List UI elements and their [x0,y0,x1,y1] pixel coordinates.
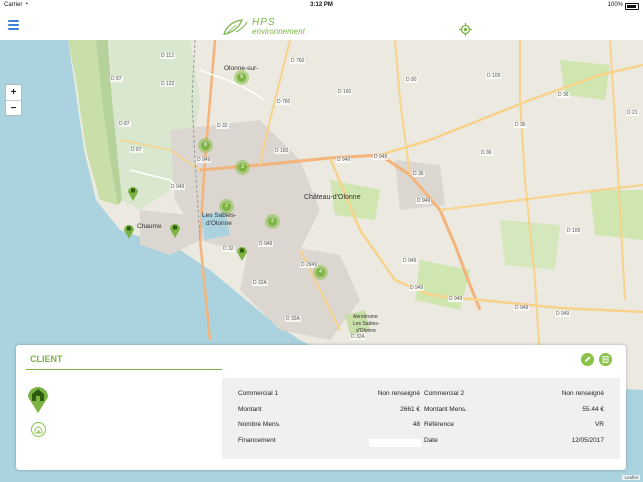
montant-mens-label: Montant Mens. [424,406,467,413]
edit-icon[interactable] [581,353,594,366]
road-label: D 949 [336,157,352,163]
road-label: D 949 [416,198,432,204]
cluster-count: 3 [238,163,247,172]
town-label: Aérodrome [353,314,378,320]
locate-icon[interactable] [459,23,472,36]
cluster-count: 4 [316,268,325,277]
montant-value: 2661 € [400,406,420,413]
map-cluster[interactable]: 2 [219,199,234,214]
road-label: D 87 [130,147,143,153]
status-time: 3:12 PM [310,2,333,8]
road-label: D 87 [110,76,123,82]
client-title: CLIENT [30,354,63,364]
nombre-mens-label: Nombre Mens. [238,421,281,428]
road-label: D 949 [258,241,274,247]
town-label: Chaume [137,223,162,230]
road-label: D 122 [160,81,176,87]
road-label: D 760 [276,99,292,105]
road-label: D 949 [448,296,464,302]
road-label: D 21 [626,110,639,116]
map-cluster[interactable]: 8 [198,138,213,153]
date-label: Date [424,437,438,444]
app-logo: HPS environnement [222,16,312,38]
road-label: D 760 [290,58,306,64]
zoom-out-button[interactable]: − [6,101,21,116]
cluster-count: 8 [201,141,210,150]
road-label: D 32 [216,123,229,129]
status-bar: Carrier ◔ 3:12 PM 100% [0,0,643,11]
map-cluster[interactable]: 9 [234,70,249,85]
road-label: D 949 [196,157,212,163]
commercial1-value: Non renseigné [377,390,420,397]
cluster-count: 2 [268,217,277,226]
montant-mens-value: 55.44 € [582,406,604,413]
map-cluster[interactable]: 2 [265,214,280,229]
road-label: D 949 [402,258,418,264]
financement-label: Financement [238,437,276,444]
hamburger-icon [8,20,19,22]
zoom-control: + − [5,84,22,116]
road-label: D 949 [514,305,530,311]
commercial1-label: Commercial 1 [238,390,279,397]
list-icon[interactable] [599,353,612,366]
map-cluster[interactable]: 4 [313,265,328,280]
map-pin-icon[interactable] [123,223,135,239]
road-label: D 109 [566,228,582,234]
road-label: D 949 [409,285,425,291]
road-label: D 32A [350,334,366,340]
road-label: D 32A [252,280,268,286]
town-label: d'Olonne [356,328,376,334]
commercial2-label: Commercial 2 [424,390,465,397]
road-label: D 949 [170,184,186,190]
zoom-in-button[interactable]: + [6,85,21,101]
road-label: D 36 [480,150,493,156]
road-label: D 32A [285,316,301,322]
road-label: D 949 [555,311,571,317]
reference-value: VR [594,421,604,428]
road-label: D 36 [557,92,570,98]
battery-percent: 100% [607,2,623,8]
map-attribution[interactable]: Leaflet [622,475,640,480]
map-pin-icon[interactable] [236,245,248,261]
client-panel: CLIENT Commercial 1 Non renseigné Commer… [16,345,626,470]
date-value: 12/05/2017 [571,437,604,444]
road-label: D 112 [160,53,175,59]
road-label: D 949 [373,154,389,160]
cluster-count: 2 [222,202,231,211]
home-icon[interactable] [31,422,46,437]
road-label: D 109 [486,73,502,79]
menu-button[interactable] [8,20,19,30]
map-cluster[interactable]: 3 [235,160,250,175]
montant-label: Montant [238,406,262,413]
town-label: d'Olonne [206,220,232,227]
nombre-mens-value: 48 [412,421,420,428]
client-house-pin-icon [28,387,48,413]
town-label: Les Sables- [353,321,380,327]
title-divider [26,369,222,370]
road-label: D 36 [412,171,425,177]
map-pin-icon[interactable] [127,185,139,201]
road-label: D 36 [514,122,527,128]
road-label: D 87 [118,121,131,127]
town-label: Les Sables- [202,212,237,219]
cluster-count: 9 [237,73,246,82]
hamburger-line [8,28,19,30]
hamburger-line [8,24,19,26]
road-label: D 160 [337,89,353,95]
brand-subtitle: environnement [252,27,305,36]
road-label: D 80 [405,77,418,83]
road-label: D 160 [274,148,290,154]
app-header: HPS environnement [0,11,643,41]
reference-label: Référence [424,421,454,428]
leaf-logo-icon [223,19,248,35]
battery-icon [625,3,639,10]
town-label: Château-d'Olonne [304,194,361,201]
financement-value [369,439,421,447]
commercial2-value: Non renseigné [561,390,604,397]
map-pin-icon[interactable] [169,222,181,238]
road-label: D 32 [222,246,235,252]
client-info-table: Commercial 1 Non renseigné Commercial 2 … [222,378,620,459]
